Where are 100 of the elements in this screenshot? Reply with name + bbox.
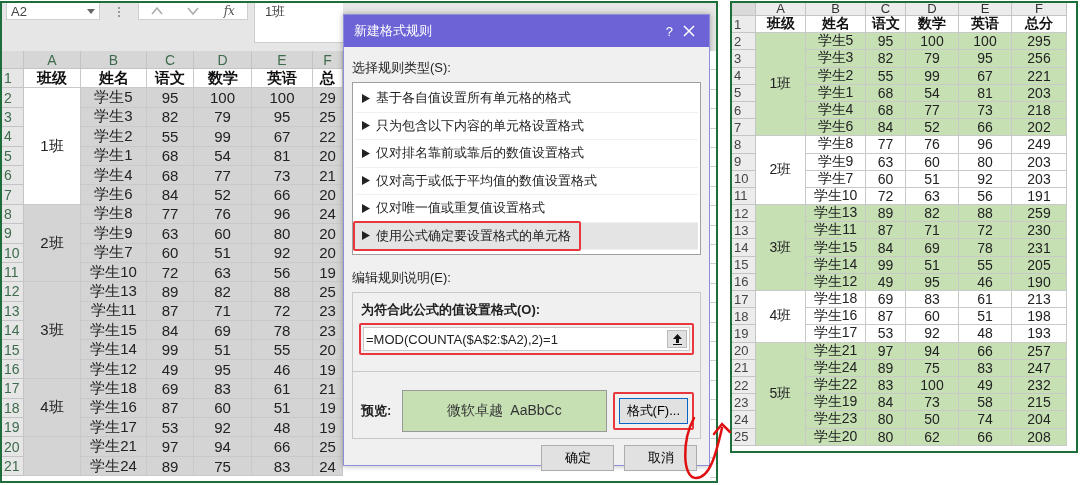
- row-header[interactable]: 4: [2, 127, 24, 147]
- row-header[interactable]: 5: [2, 146, 24, 166]
- row-header[interactable]: 17: [2, 379, 24, 399]
- table-cell: 学生24: [81, 456, 147, 477]
- column-header[interactable]: A: [24, 51, 81, 69]
- table-cell: 82: [866, 50, 906, 68]
- row-header[interactable]: 1: [732, 16, 756, 34]
- table-cell: 61: [252, 379, 313, 399]
- row-header[interactable]: 15: [2, 340, 24, 360]
- row-header[interactable]: 24: [732, 411, 756, 429]
- row-header[interactable]: 13: [732, 222, 756, 240]
- column-header[interactable]: F: [1012, 3, 1067, 16]
- header-cell: 班级: [24, 69, 81, 89]
- cancel-button[interactable]: 取消: [624, 445, 697, 471]
- column-header[interactable]: B: [806, 3, 866, 16]
- row-header[interactable]: 23: [732, 394, 756, 412]
- ok-button[interactable]: 确定: [541, 445, 614, 471]
- header-cell: 英语: [959, 16, 1012, 34]
- table-cell: 249: [1012, 136, 1067, 154]
- row-header[interactable]: 7: [732, 119, 756, 137]
- field-label: 为符合此公式的值设置格式(O):: [360, 301, 542, 319]
- table-cell: 60: [194, 224, 252, 244]
- row-header[interactable]: 1: [2, 69, 24, 89]
- table-cell: 1班: [756, 33, 806, 137]
- table-cell: 21: [313, 165, 343, 186]
- triangle-icon: [362, 93, 370, 103]
- column-header[interactable]: A: [756, 3, 806, 16]
- dropdown-caret-icon[interactable]: [87, 8, 95, 14]
- row-header[interactable]: 7: [2, 185, 24, 205]
- rule-type-option[interactable]: 仅对排名靠前或靠后的数值设置格式: [355, 140, 698, 168]
- rule-type-option[interactable]: 只为包含以下内容的单元格设置格式: [355, 112, 698, 140]
- row-header[interactable]: 14: [2, 321, 24, 341]
- row-header[interactable]: 14: [732, 239, 756, 257]
- name-box[interactable]: A2: [6, 3, 100, 20]
- table-cell: 92: [906, 325, 959, 343]
- table-cell: 22: [313, 127, 343, 147]
- table-cell: 71: [906, 222, 959, 240]
- row-header[interactable]: 12: [2, 282, 24, 302]
- collapse-button[interactable]: [667, 330, 687, 348]
- column-header[interactable]: E: [959, 3, 1012, 16]
- table-cell: 学生13: [81, 282, 147, 302]
- column-header[interactable]: E: [252, 51, 313, 69]
- row-header[interactable]: 9: [2, 224, 24, 244]
- header-cell: 语文: [147, 69, 194, 89]
- table-cell: 58: [959, 394, 1012, 412]
- table-cell: 学生21: [81, 437, 147, 457]
- row-header[interactable]: 2: [2, 88, 24, 108]
- row-header[interactable]: 12: [732, 205, 756, 223]
- table-cell: 100: [959, 33, 1012, 51]
- rule-type-option[interactable]: 基于各自值设置所有单元格的格式: [355, 85, 698, 113]
- row-header[interactable]: 8: [2, 204, 24, 225]
- preview-label: 预览:: [361, 402, 393, 420]
- row-header[interactable]: 17: [732, 291, 756, 309]
- row-header[interactable]: 2: [732, 33, 756, 51]
- column-header[interactable]: F: [313, 51, 343, 69]
- table-cell: 60: [194, 398, 252, 419]
- row-header[interactable]: 19: [732, 325, 756, 343]
- table-cell: 66: [252, 185, 313, 205]
- select-all-corner[interactable]: [732, 3, 756, 16]
- table-cell: 1班: [24, 88, 81, 205]
- format-button[interactable]: 格式(F)...: [618, 398, 688, 424]
- table-cell: 25: [313, 107, 343, 128]
- table-cell: 63: [194, 262, 252, 283]
- select-all-corner[interactable]: [2, 51, 24, 69]
- rule-type-option[interactable]: 仅对唯一值或重复值设置格式: [355, 195, 698, 223]
- row-header[interactable]: 19: [2, 418, 24, 438]
- formula-input[interactable]: 1班: [254, 3, 343, 43]
- row-header[interactable]: 3: [732, 50, 756, 68]
- formula-field[interactable]: =MOD(COUNTA($A$2:$A2),2)=1: [363, 327, 690, 351]
- section-label: 编辑规则说明(E):: [352, 269, 452, 287]
- table-cell: 83: [252, 456, 313, 477]
- table-cell: 3班: [24, 282, 81, 380]
- row-header[interactable]: 11: [2, 262, 24, 283]
- row-header[interactable]: 3: [2, 107, 24, 128]
- row-header[interactable]: 10: [2, 243, 24, 263]
- table-cell: 80: [866, 411, 906, 429]
- table-cell: 87: [866, 308, 906, 326]
- table-cell: 66: [959, 119, 1012, 137]
- row-header[interactable]: 21: [2, 456, 24, 477]
- row-header[interactable]: 13: [2, 301, 24, 322]
- column-header[interactable]: B: [81, 51, 147, 69]
- table-cell: 79: [906, 50, 959, 68]
- row-header[interactable]: 16: [2, 359, 24, 380]
- row-header[interactable]: 18: [732, 308, 756, 326]
- column-header[interactable]: D: [194, 51, 252, 69]
- row-header[interactable]: 6: [2, 165, 24, 186]
- table-cell: 学生12: [81, 359, 147, 380]
- row-header[interactable]: 20: [2, 437, 24, 457]
- table-cell: 69: [194, 321, 252, 341]
- insert-function-button[interactable]: fx: [223, 4, 235, 18]
- row-header[interactable]: 18: [2, 398, 24, 419]
- column-header[interactable]: C: [147, 51, 194, 69]
- help-button[interactable]: ?: [665, 23, 673, 39]
- rule-type-option[interactable]: 使用公式确定要设置格式的单元格: [355, 222, 698, 250]
- rule-type-option[interactable]: 仅对高于或低于平均值的数值设置格式: [355, 167, 698, 195]
- row-header[interactable]: 8: [732, 136, 756, 154]
- close-icon[interactable]: [683, 25, 695, 37]
- column-header[interactable]: C: [866, 3, 906, 16]
- header-cell: 总: [313, 69, 343, 89]
- column-header[interactable]: D: [906, 3, 959, 16]
